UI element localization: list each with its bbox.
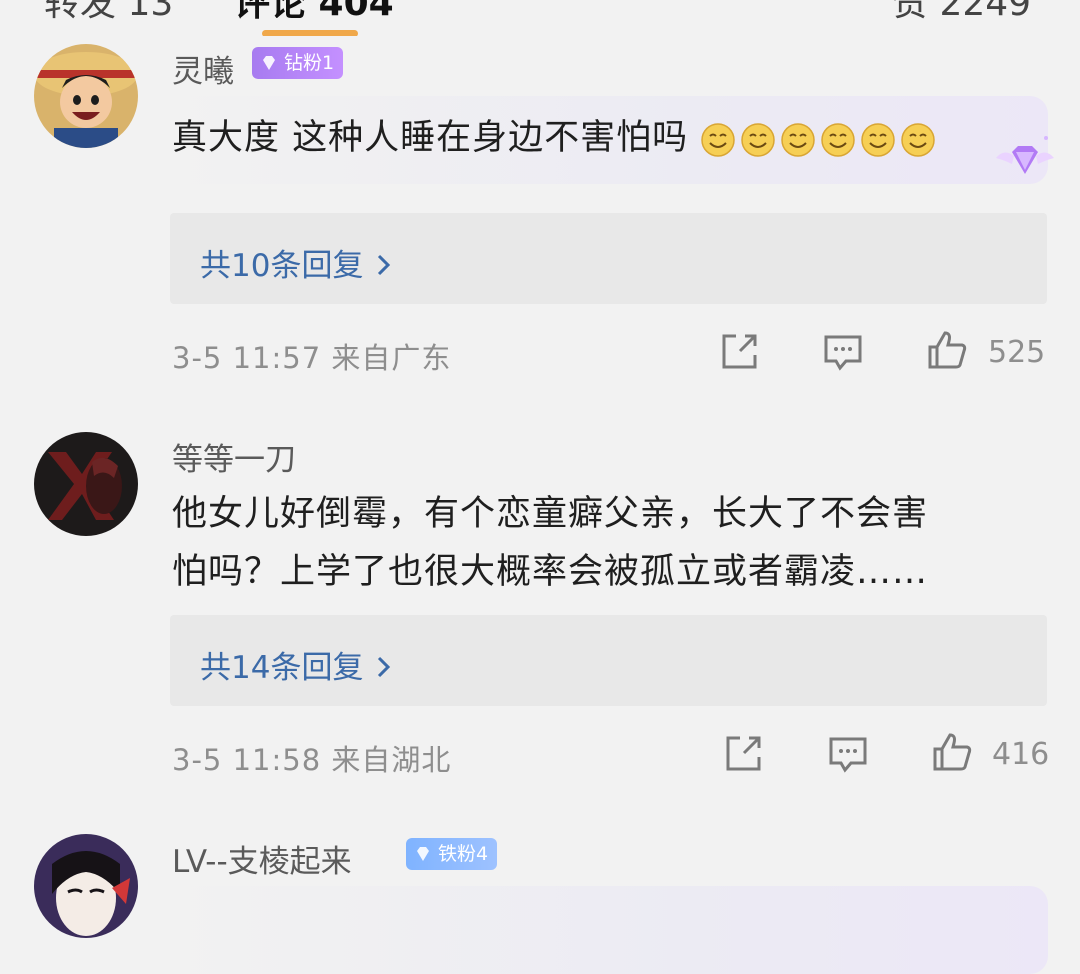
view-replies-link[interactable]: 共10条回复	[200, 240, 391, 285]
chevron-right-icon	[377, 248, 391, 284]
tab-bar: 转发 13 评论 404 赞 2249	[0, 0, 1080, 36]
fan-badge[interactable]: 钻粉1	[252, 47, 344, 79]
avatar[interactable]	[34, 44, 138, 148]
comment-line: 他女儿好倒霉，有个恋童癖父亲，长大了不会害	[172, 494, 929, 534]
username[interactable]: LV--支棱起来	[172, 836, 352, 881]
comment-meta: 3-5 11:58 来自湖北	[172, 743, 452, 777]
smile-emoji-icon	[861, 123, 896, 157]
comment-meta: 3-5 11:57 来自广东	[172, 341, 452, 375]
comment-icon[interactable]	[822, 331, 864, 373]
view-replies-link[interactable]: 共14条回复	[200, 642, 391, 687]
thumbs-up-icon[interactable]	[931, 731, 973, 773]
thumbs-up-icon[interactable]	[926, 329, 968, 371]
smile-emoji-icon	[901, 123, 936, 157]
badge-label: 铁粉4	[438, 843, 489, 865]
fan-badge[interactable]: 铁粉4	[406, 838, 498, 870]
comment-line: 怕吗？上学了也很大概率会被孤立或者霸凌……	[172, 552, 929, 592]
diamond-icon	[417, 847, 429, 861]
smile-emoji-icon	[821, 123, 856, 157]
chevron-right-icon	[377, 650, 391, 686]
username[interactable]: 灵曦	[172, 46, 234, 91]
avatar[interactable]	[34, 834, 138, 938]
tab-likes[interactable]: 赞 2249	[892, 0, 1031, 26]
comment-text: 他女儿好倒霉，有个恋童癖父亲，长大了不会害 怕吗？上学了也很大概率会被孤立或者霸…	[172, 485, 1032, 601]
smile-emoji-icon	[781, 123, 816, 157]
active-tab-indicator	[262, 30, 358, 36]
replies-box[interactable]: 共10条回复	[170, 213, 1047, 304]
share-icon[interactable]	[718, 331, 760, 373]
comment-icon[interactable]	[827, 733, 869, 775]
avatar[interactable]	[34, 432, 138, 536]
tab-reposts[interactable]: 转发 13	[44, 0, 173, 26]
diamond-wing-icon	[996, 136, 1054, 174]
emoji-row	[700, 110, 940, 168]
share-icon[interactable]	[722, 733, 764, 775]
comment-text: 真大度 这种人睡在身边不害怕吗	[172, 109, 1032, 168]
like-count: 416	[992, 737, 1050, 772]
username[interactable]: 等等一刀	[172, 434, 296, 479]
badge-label: 钻粉1	[284, 52, 335, 74]
like-count: 525	[988, 335, 1046, 370]
comment-body: 真大度 这种人睡在身边不害怕吗	[172, 118, 689, 158]
diamond-icon	[263, 56, 275, 70]
replies-box[interactable]: 共14条回复	[170, 615, 1047, 706]
smile-emoji-icon	[741, 123, 776, 157]
comment-bubble	[150, 886, 1048, 974]
smile-emoji-icon	[701, 123, 736, 157]
tab-comments[interactable]: 评论 404	[234, 0, 394, 26]
